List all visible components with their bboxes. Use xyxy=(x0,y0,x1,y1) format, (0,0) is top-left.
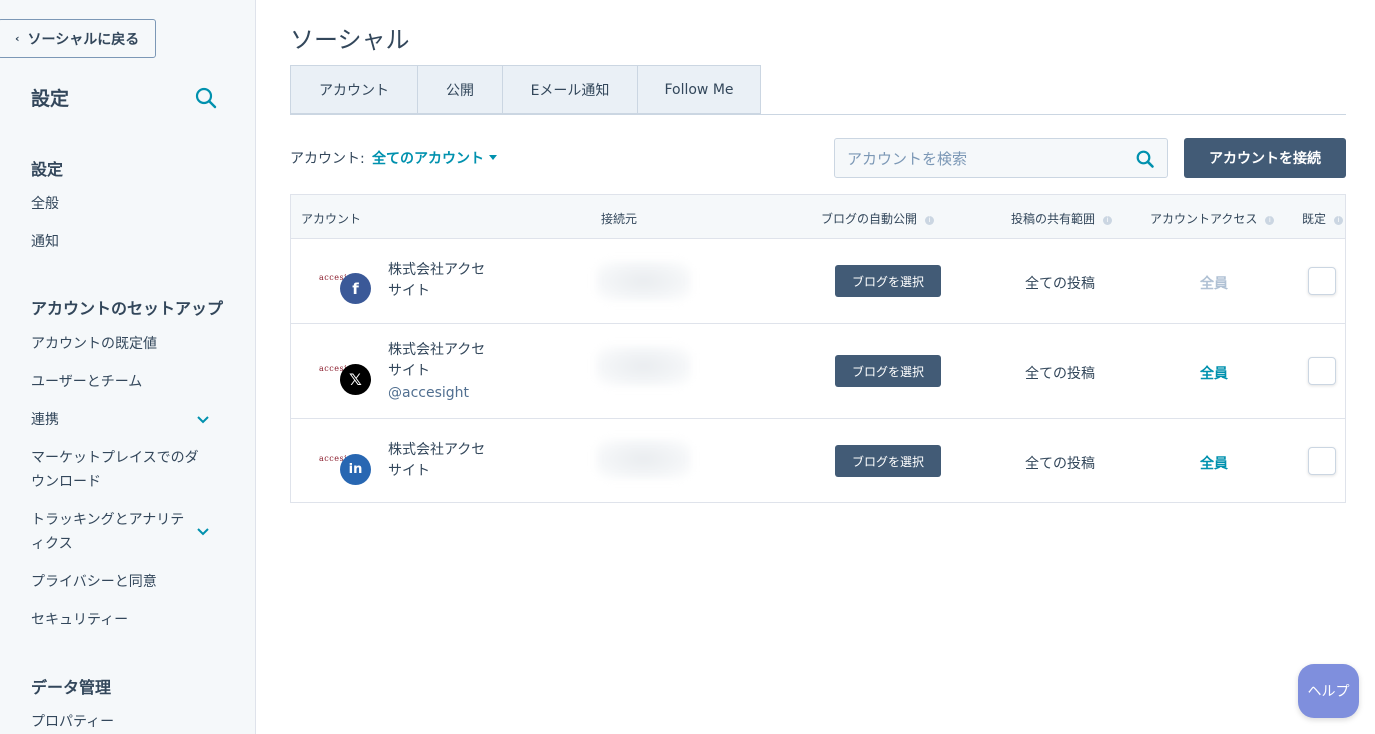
section-heading-data-management: データ管理 xyxy=(31,678,112,697)
account-name: 株式会社アクセサイト xyxy=(388,442,486,479)
chevron-left-icon: ‹ xyxy=(15,32,20,45)
column-header-post-scope[interactable]: 投稿の共有範囲 i xyxy=(1011,210,1113,227)
section-heading-account-setup: アカウントのセットアップ xyxy=(31,299,224,318)
column-header-label: 投稿の共有範囲 xyxy=(1011,212,1096,226)
account-access-link[interactable]: 全員 xyxy=(1200,363,1228,383)
info-icon[interactable]: i xyxy=(1334,216,1344,225)
table-header: アカウント 接続元 ブログの自動公開 i 投稿の共有範囲 i アカウントアクセス i … xyxy=(291,195,1345,239)
column-header-label: 既定 xyxy=(1302,212,1327,226)
back-button-label: ソーシャルに戻る xyxy=(27,31,140,48)
sidebar-title: 設定 xyxy=(31,88,70,110)
account-filter-label: アカウント: xyxy=(290,151,365,167)
chevron-down-icon[interactable] xyxy=(195,412,211,428)
settings-sidebar: ‹ ソーシャルに戻る 設定 設定 全般 通知 アカウントのセットアップ アカウン… xyxy=(0,0,256,734)
table-row: accesi 𝕏 株式会社アクセサイト @accesight ブログを選択 全て… xyxy=(291,324,1345,419)
default-checkbox[interactable] xyxy=(1308,447,1336,475)
account-filter-dropdown[interactable]: 全てのアカウント xyxy=(372,148,484,168)
search-icon[interactable] xyxy=(1135,149,1155,169)
search-icon[interactable] xyxy=(194,86,218,110)
select-blog-button[interactable]: ブログを選択 xyxy=(835,265,941,297)
default-checkbox[interactable] xyxy=(1308,267,1336,295)
account-access-link[interactable]: 全員 xyxy=(1200,453,1228,473)
sidebar-item-users-teams[interactable]: ユーザーとチーム xyxy=(31,370,211,394)
column-header-account-access[interactable]: アカウントアクセス i xyxy=(1150,210,1275,227)
page-title: ソーシャル xyxy=(290,26,410,54)
sidebar-item-marketplace-downloads[interactable]: マーケットプレイスでのダウンロード xyxy=(31,446,206,494)
x-icon: 𝕏 xyxy=(340,364,371,395)
back-to-social-button[interactable]: ‹ ソーシャルに戻る xyxy=(0,19,156,58)
sidebar-item-general[interactable]: 全般 xyxy=(31,192,211,216)
account-search-input[interactable] xyxy=(845,148,1119,170)
tab-follow-me[interactable]: Follow Me xyxy=(638,65,761,114)
chevron-down-icon[interactable] xyxy=(195,524,211,540)
table-row: accesi in 株式会社アクセサイト ブログを選択 全ての投稿 全員 xyxy=(291,419,1345,502)
linkedin-icon: in xyxy=(340,454,371,485)
sidebar-item-security[interactable]: セキュリティー xyxy=(31,608,211,632)
table-row: accesi f 株式会社アクセサイト ブログを選択 全ての投稿 全員 xyxy=(291,239,1345,324)
sidebar-item-properties[interactable]: プロパティー xyxy=(31,710,211,734)
post-scope: 全ての投稿 xyxy=(1025,366,1095,382)
tab-divider xyxy=(290,114,1346,115)
accounts-table: アカウント 接続元 ブログの自動公開 i 投稿の共有範囲 i アカウントアクセス i … xyxy=(290,194,1346,503)
account-search[interactable] xyxy=(834,138,1168,178)
account-name: 株式会社アクセサイト xyxy=(388,342,486,379)
select-blog-button[interactable]: ブログを選択 xyxy=(835,445,941,477)
column-header-default[interactable]: 既定 i xyxy=(1302,210,1344,227)
account-name: 株式会社アクセサイト xyxy=(388,262,486,299)
facebook-icon: f xyxy=(340,273,371,304)
connected-by-redacted xyxy=(596,346,691,386)
account-handle[interactable]: @accesight xyxy=(388,385,469,401)
info-icon[interactable]: i xyxy=(1103,216,1113,225)
connect-account-button[interactable]: アカウントを接続 xyxy=(1184,138,1346,178)
select-blog-button[interactable]: ブログを選択 xyxy=(835,355,941,387)
post-scope: 全ての投稿 xyxy=(1025,456,1095,472)
sidebar-item-privacy-consent[interactable]: プライバシーと同意 xyxy=(31,570,211,594)
sidebar-item-notifications[interactable]: 通知 xyxy=(31,230,211,254)
sidebar-item-integrations[interactable]: 連携 xyxy=(31,408,211,432)
caret-down-icon[interactable] xyxy=(489,155,497,160)
default-checkbox[interactable] xyxy=(1308,357,1336,385)
sidebar-item-account-defaults[interactable]: アカウントの既定値 xyxy=(31,332,211,356)
column-header-account[interactable]: アカウント xyxy=(301,210,361,227)
post-scope: 全ての投稿 xyxy=(1025,276,1095,292)
column-header-label: アカウントアクセス xyxy=(1150,212,1258,226)
info-icon[interactable]: i xyxy=(925,216,935,225)
column-header-blog-autopublish[interactable]: ブログの自動公開 i xyxy=(821,210,935,227)
account-access: 全員 xyxy=(1200,276,1228,292)
sidebar-item-tracking-analytics[interactable]: トラッキングとアナリティクス xyxy=(31,508,191,556)
column-header-label: ブログの自動公開 xyxy=(821,212,918,226)
connected-by-redacted xyxy=(596,261,691,301)
info-icon[interactable]: i xyxy=(1265,216,1275,225)
connected-by-redacted xyxy=(596,439,691,479)
section-heading-settings: 設定 xyxy=(31,160,64,179)
help-button[interactable]: ヘルプ xyxy=(1298,664,1359,718)
tab-bar: アカウント 公開 Eメール通知 Follow Me xyxy=(290,65,761,115)
tab-email-notifications[interactable]: Eメール通知 xyxy=(503,65,638,114)
tab-accounts[interactable]: アカウント xyxy=(290,65,418,114)
column-header-connected-by[interactable]: 接続元 xyxy=(601,210,637,227)
tab-publishing[interactable]: 公開 xyxy=(418,65,503,114)
